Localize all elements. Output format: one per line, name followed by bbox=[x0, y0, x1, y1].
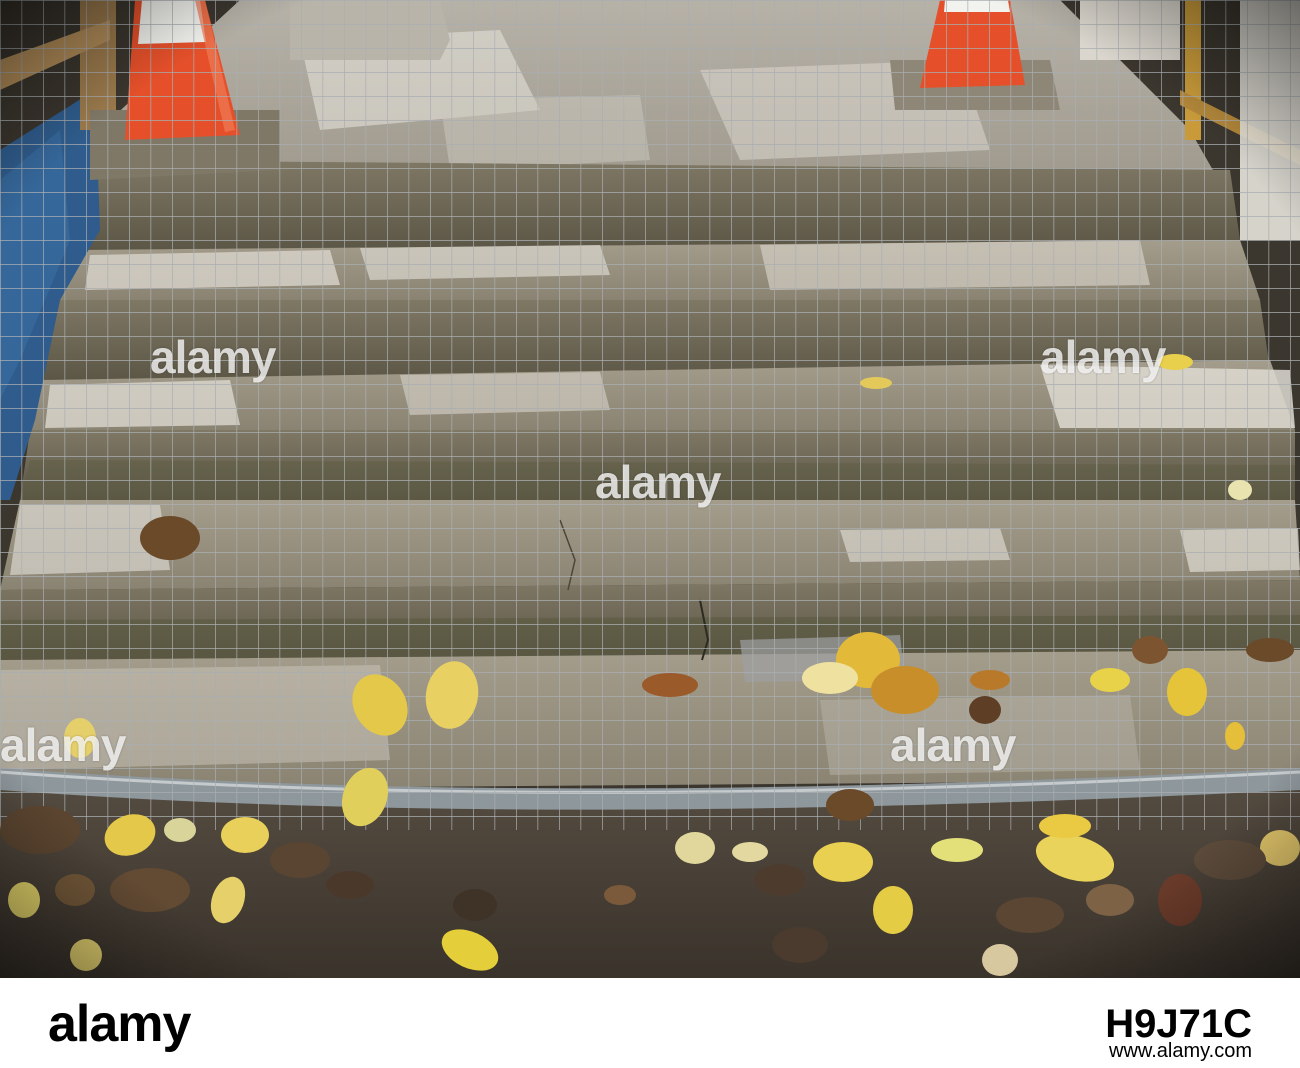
site-url[interactable]: www.alamy.com bbox=[1109, 1040, 1252, 1063]
footer-bar: alamy H9J71C www.alamy.com bbox=[0, 978, 1300, 1068]
brand-logo[interactable]: alamy bbox=[48, 994, 191, 1054]
photo: alamy alamy alamy alamy alamy bbox=[0, 0, 1300, 978]
photo-scene bbox=[0, 0, 1300, 978]
